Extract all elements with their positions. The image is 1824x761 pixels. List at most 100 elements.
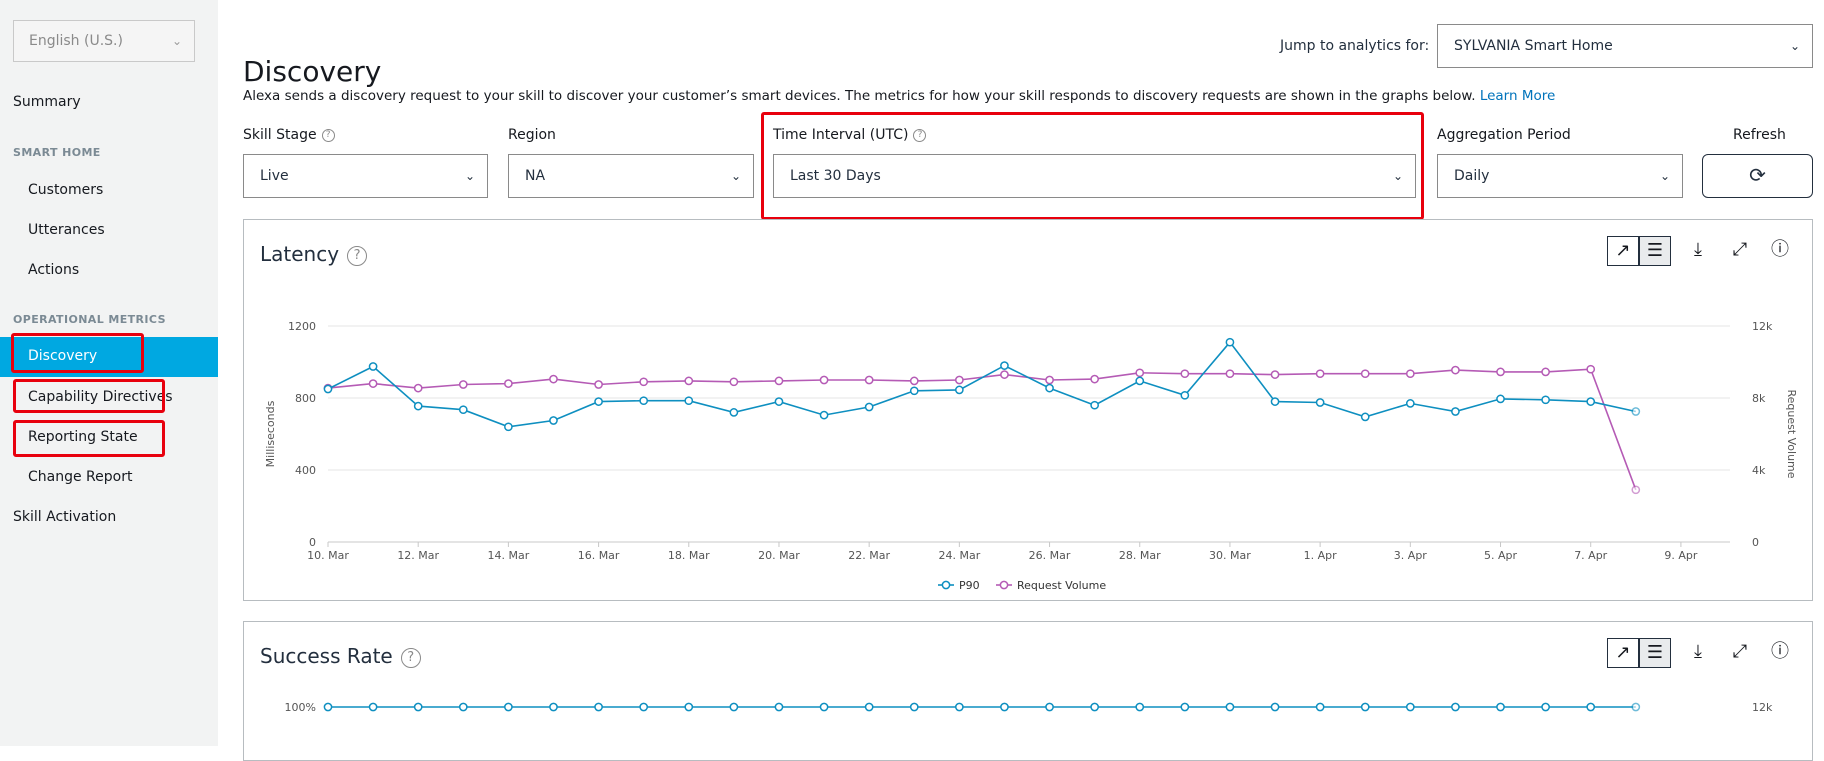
data-point-success — [729, 702, 739, 712]
y2-tick-label: 8k — [1752, 392, 1766, 405]
page-description-text: Alexa sends a discovery request to your … — [243, 88, 1476, 104]
help-icon[interactable]: ? — [913, 128, 927, 142]
sidebar-item-customers[interactable]: Customers — [28, 182, 103, 198]
data-point-p90 — [1270, 397, 1280, 406]
data-point-p90 — [1315, 398, 1325, 407]
data-point-success — [1000, 702, 1009, 712]
data-point-p90 — [774, 397, 784, 406]
sidebar-item-actions[interactable]: Actions — [28, 262, 79, 278]
data-point-success — [1135, 702, 1145, 712]
x-tick-label: 20. Mar — [758, 549, 800, 562]
x-tick-label: 12. Mar — [397, 549, 439, 562]
x-tick-label: 30. Mar — [1209, 549, 1251, 562]
data-point-request-volume — [368, 379, 378, 388]
data-point-p90 — [639, 396, 649, 406]
data-point-p90 — [1180, 390, 1190, 400]
y-tick-label: 1200 — [288, 320, 316, 333]
y2-tick-label: 0 — [1752, 536, 1759, 549]
data-point-p90 — [864, 402, 874, 412]
data-point-success — [1586, 702, 1596, 712]
sidebar: English (U.S.) ⌄ Summary SMART HOME Cust… — [0, 0, 218, 746]
data-point-success — [1451, 702, 1460, 712]
data-point-p90 — [729, 408, 739, 417]
language-select[interactable]: English (U.S.) ⌄ — [13, 20, 195, 62]
skill-select[interactable]: SYLVANIA Smart Home ⌄ — [1437, 24, 1813, 68]
x-tick-label: 7. Apr — [1574, 549, 1607, 562]
refresh-button[interactable]: ⟳ — [1702, 154, 1813, 198]
data-point-success — [504, 702, 513, 712]
data-point-success — [955, 702, 964, 712]
data-point-p90 — [1225, 337, 1235, 347]
data-point-p90 — [1090, 400, 1099, 410]
data-point-success — [368, 702, 378, 712]
data-point-request-volume — [594, 380, 603, 389]
data-point-success — [458, 702, 468, 712]
skill-stage-label: Skill Stage? — [243, 127, 335, 143]
data-point-success — [413, 702, 423, 712]
x-tick-label: 10. Mar — [307, 549, 349, 562]
page-description: Alexa sends a discovery request to your … — [243, 88, 1555, 104]
aggregation-period-select[interactable]: Daily ⌄ — [1437, 154, 1683, 198]
data-point-request-volume — [1090, 374, 1099, 384]
sidebar-item-change-report[interactable]: Change Report — [28, 469, 132, 485]
data-point-success — [323, 702, 333, 712]
help-icon[interactable]: ? — [321, 128, 335, 142]
data-point-success — [549, 702, 558, 712]
data-point-success — [1090, 702, 1099, 712]
data-point-p90 — [909, 386, 919, 396]
chevron-down-icon: ⌄ — [464, 169, 475, 183]
sidebar-item-skill-activation[interactable]: Skill Activation — [13, 509, 116, 525]
region-select[interactable]: NA ⌄ — [508, 154, 754, 198]
data-point-p90 — [1496, 394, 1505, 404]
data-point-p90 — [1586, 397, 1596, 406]
data-point-success — [1360, 702, 1370, 712]
success-rate-chart: 100% 12k — [285, 701, 1773, 714]
data-point-success — [1405, 702, 1415, 712]
data-point-success — [1225, 702, 1235, 712]
data-point-p90 — [1451, 407, 1460, 416]
data-point-request-volume — [1270, 370, 1280, 379]
data-point-p90 — [323, 384, 333, 394]
data-point-request-volume — [1451, 365, 1460, 375]
highlight-discovery — [11, 333, 144, 373]
y-axis-title: Milliseconds — [264, 400, 277, 467]
chevron-down-icon: ⌄ — [1659, 169, 1670, 183]
data-point-p90 — [458, 405, 468, 415]
data-point-success — [639, 702, 649, 712]
region-value: NA — [525, 168, 546, 184]
data-point-request-volume — [684, 376, 694, 386]
time-interval-value: Last 30 Days — [790, 168, 881, 184]
time-interval-select[interactable]: Last 30 Days ⌄ — [773, 154, 1416, 198]
y2-tick-label: 12k — [1752, 320, 1773, 333]
skill-stage-label-text: Skill Stage — [243, 127, 317, 143]
data-point-success — [819, 702, 829, 712]
learn-more-link[interactable]: Learn More — [1480, 88, 1556, 104]
data-point-request-volume — [639, 377, 649, 387]
data-point-request-volume — [909, 376, 919, 386]
latency-chart: 0 400 800 1200 0 4k 8k 12k 10. Mar 12. Mar 14. Mar… — [264, 320, 1798, 592]
data-point-request-volume — [1405, 369, 1415, 379]
aggregation-period-value: Daily — [1454, 168, 1490, 184]
data-point-success — [1045, 702, 1054, 712]
aggregation-period-label: Aggregation Period — [1437, 127, 1571, 143]
data-point-p90 — [1360, 412, 1370, 422]
chevron-down-icon: ⌄ — [1789, 39, 1800, 53]
series-line-request-volume — [327, 368, 1637, 491]
chevron-down-icon: ⌄ — [171, 34, 182, 48]
skill-stage-value: Live — [260, 168, 289, 184]
data-point-success — [1270, 702, 1280, 712]
data-point-request-volume — [1541, 367, 1550, 377]
sidebar-item-summary[interactable]: Summary — [13, 94, 81, 110]
data-point-request-volume — [1315, 369, 1325, 379]
legend-marker — [941, 580, 951, 590]
data-point-success — [864, 702, 874, 712]
x-tick-label: 14. Mar — [488, 549, 530, 562]
x-tick-label: 1. Apr — [1304, 549, 1337, 562]
y2-axis-title: Request Volume — [1785, 389, 1798, 478]
skill-stage-select[interactable]: Live ⌄ — [243, 154, 488, 198]
sidebar-item-utterances[interactable]: Utterances — [28, 222, 105, 238]
data-point-p90 — [594, 397, 603, 406]
data-point-request-volume — [413, 383, 423, 393]
data-point-p90 — [1045, 383, 1054, 393]
data-point-request-volume — [1000, 370, 1009, 379]
